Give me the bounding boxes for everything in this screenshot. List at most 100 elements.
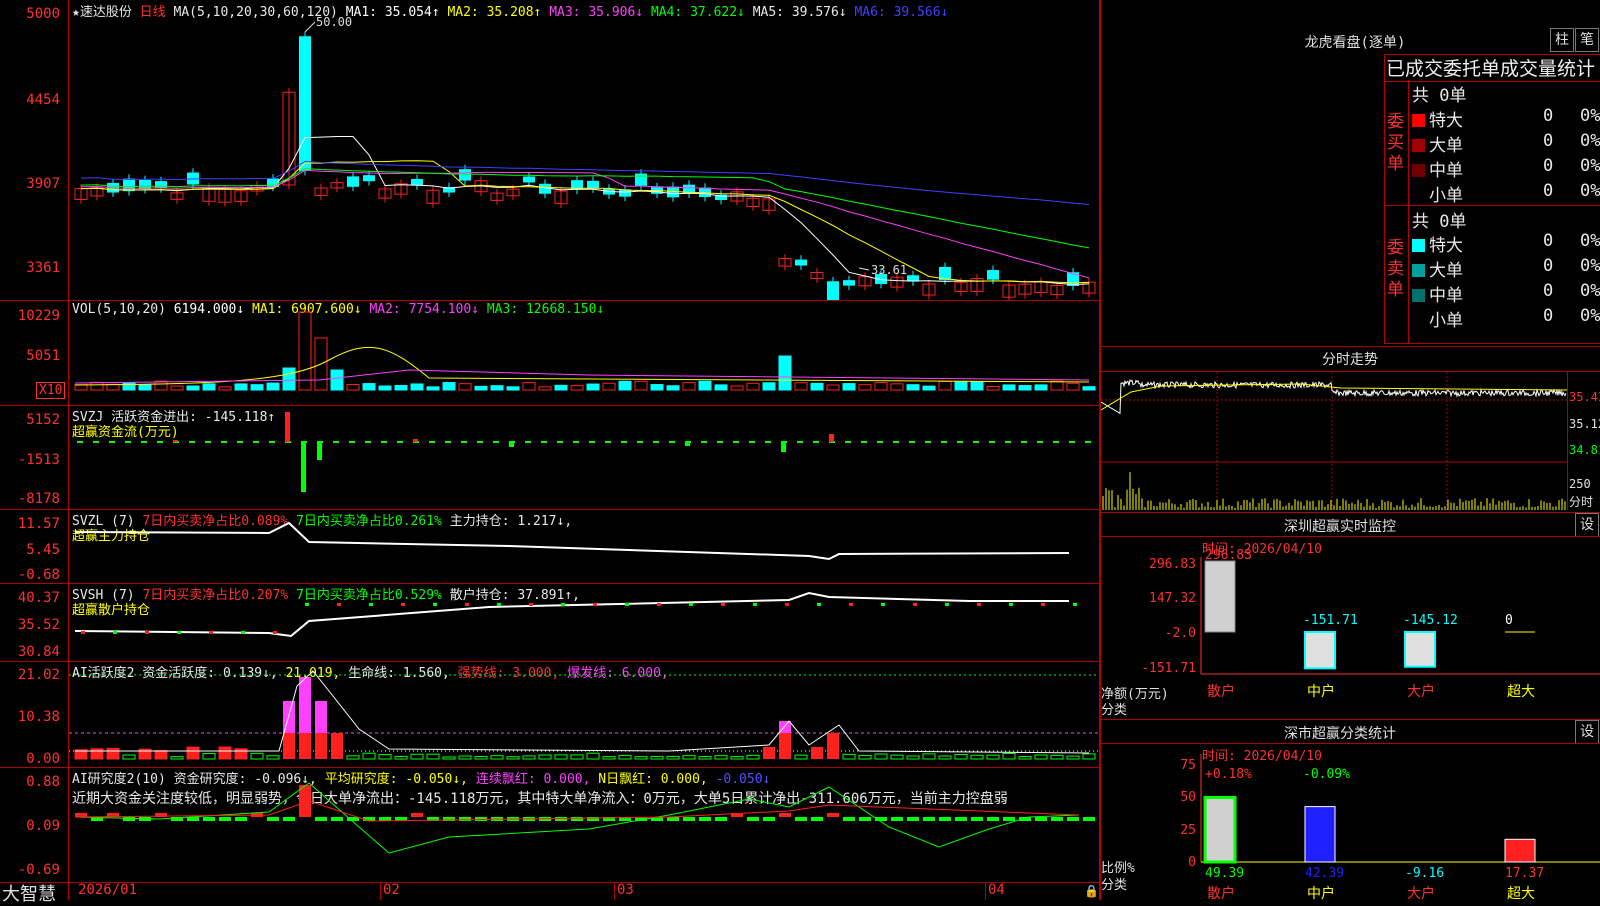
activity-bar (874, 753, 888, 760)
sz-class-change: +0.18% (1205, 767, 1252, 782)
sz-monitor-bar (1204, 560, 1236, 633)
sz-class-ytick: 50 (1180, 790, 1196, 805)
buy-row: 中单 (1412, 156, 1463, 181)
intraday-tick-0: 35.43 (1569, 390, 1600, 404)
sz-class-ytick: 0 (1188, 855, 1196, 870)
research-bar (1003, 817, 1015, 821)
activity-bar (794, 754, 808, 760)
svsh-tick-1: 35.52 (17, 617, 60, 633)
legend-swatch (1412, 164, 1425, 177)
ma-line (80, 136, 1090, 286)
fund-flow-bar (301, 442, 306, 492)
volume-bar (554, 384, 568, 391)
activity-bar (346, 755, 360, 760)
volume-bar (602, 382, 616, 391)
volume-bar (218, 386, 232, 391)
sz-class-settings-button[interactable]: 设 (1575, 720, 1599, 744)
activity-bar (410, 753, 424, 760)
intraday-chart[interactable] (1101, 372, 1567, 510)
sz-class-xlabel: 分类 (1101, 878, 1128, 893)
ai-research-tick-1: 0.09 (26, 818, 60, 834)
buy-row: 小单 (1412, 181, 1463, 206)
research-bar (987, 817, 999, 821)
research-bar (747, 817, 759, 821)
buy-row: 特大 (1412, 106, 1463, 131)
candle-down (523, 176, 535, 183)
sz-monitor-ytick: 296.83 (1149, 557, 1196, 572)
research-bar (363, 817, 375, 821)
volume-bar (666, 385, 680, 391)
sz-class-bar (1504, 838, 1536, 863)
lock-icon[interactable]: 🔒 (1084, 884, 1099, 898)
pen-view-button[interactable]: 笔 (1575, 28, 1599, 52)
sz-monitor-category: 中户 (1307, 683, 1335, 700)
sz-class-value: 49.39 (1205, 866, 1244, 881)
sell-count: 0 (1543, 306, 1554, 326)
volume-bar (730, 385, 744, 391)
volume-bar (634, 380, 648, 391)
activity-bar (602, 756, 616, 760)
activity-bar (938, 755, 952, 760)
svzj-tick-0: 5152 (26, 412, 60, 428)
activity-bar (890, 754, 904, 760)
activity-bar (1082, 753, 1096, 760)
sz-class-ytick: 75 (1180, 758, 1196, 773)
sz-monitor-category: 大户 (1407, 683, 1435, 700)
volume-bar (810, 382, 824, 391)
volume-bar (330, 369, 344, 391)
volume-bar (298, 311, 312, 391)
volume-bar (394, 384, 408, 391)
svsh-tick-2: 30.84 (17, 644, 60, 660)
buy-count: 0 (1543, 181, 1554, 201)
volume-bar (746, 382, 760, 391)
research-bar (827, 813, 839, 817)
activity-bar (458, 755, 472, 760)
candle-down (827, 281, 839, 300)
volume-bar (762, 382, 776, 391)
sz-class-value: -9.16 (1405, 866, 1444, 881)
sz-monitor-chart: 296.83 147.32 -2.0 -151.71 296.83 散户 -151.71 中户… (1141, 548, 1600, 700)
sell-pct: 0% (1580, 281, 1600, 301)
buy-name: 小单 (1429, 186, 1463, 206)
column-view-button[interactable]: 柱 (1550, 28, 1574, 52)
dragon-tiger-title: 龙虎看盘(逐单) (1304, 35, 1406, 51)
research-bar (763, 817, 775, 821)
sz-class-category: 超大 (1507, 886, 1535, 900)
activity-bar (714, 755, 728, 760)
svsh-tick-0: 40.37 (17, 590, 60, 606)
volume-chart (74, 311, 1096, 391)
candlestick-chart[interactable]: 50.00 33.61 (69, 0, 1099, 300)
candle-down (587, 180, 599, 189)
volume-bar (970, 381, 984, 391)
ai-research-tick-2: -0.69 (17, 862, 60, 878)
activity-bar (522, 755, 536, 760)
activity-bar (106, 747, 120, 760)
sz-monitor-settings-button[interactable]: 设 (1575, 513, 1599, 537)
volume-bar (570, 385, 584, 391)
activity-bar (554, 754, 568, 760)
sell-count: 0 (1543, 256, 1554, 276)
activity-bar (1018, 756, 1032, 760)
buy-total: 共 0单 (1412, 86, 1467, 106)
svzl-tick-2: -0.68 (17, 567, 60, 583)
candle-down (987, 270, 999, 280)
brand-logo[interactable]: 大智慧 (2, 880, 56, 906)
research-bar (811, 817, 823, 821)
activity-bar (362, 752, 376, 760)
research-bar (219, 817, 231, 821)
buy-pct: 0% (1580, 181, 1600, 201)
volume-bar (682, 382, 696, 391)
volume-bar (586, 383, 600, 391)
activity-bar (394, 755, 408, 760)
ma-line (80, 160, 1090, 205)
research-bar (411, 813, 423, 817)
vol-unit-badge[interactable]: X10 (36, 382, 66, 399)
volume-bar (1002, 384, 1016, 391)
fund-flow-bar (509, 442, 514, 447)
research-bar (1067, 817, 1079, 821)
research-bar (715, 817, 727, 821)
sz-monitor-value: 0 (1505, 613, 1513, 628)
research-bar (1051, 817, 1063, 821)
activity-bar (202, 753, 216, 760)
fund-flow-bar (829, 434, 834, 442)
